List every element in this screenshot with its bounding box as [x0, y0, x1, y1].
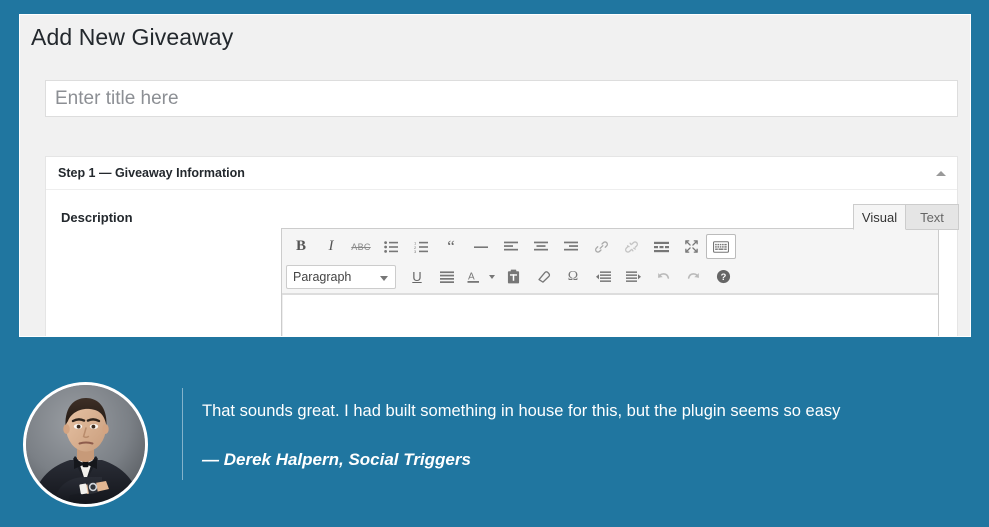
giveaway-information-metabox: Step 1 — Giveaway Information Descriptio… [45, 156, 959, 336]
numbered-list-icon[interactable]: 1 2 3 [406, 234, 436, 259]
description-editor: Visual Text B I ABC 1 2 3 “ Paragraph U … [281, 190, 959, 336]
align-justify-icon[interactable] [432, 264, 462, 289]
screenshot-panel: Add New Giveaway Enter title here Step 1… [19, 14, 971, 337]
svg-text:A: A [468, 271, 475, 282]
testimonial-quote: That sounds great. I had built something… [202, 402, 841, 420]
special-character-icon[interactable]: Ω [558, 264, 588, 289]
redo-icon[interactable] [678, 264, 708, 289]
svg-text:3: 3 [414, 249, 417, 253]
read-more-icon[interactable] [646, 234, 676, 259]
format-select-value: Paragraph [293, 269, 352, 284]
title-input[interactable]: Enter title here [45, 80, 958, 117]
avatar [23, 382, 148, 507]
avatar-photo [26, 385, 145, 504]
italic-icon[interactable]: I [316, 234, 346, 259]
text-color-icon[interactable]: A [462, 264, 484, 289]
editor-box: B I ABC 1 2 3 “ Paragraph U A Ω ? [281, 228, 939, 336]
strikethrough-icon[interactable]: ABC [346, 234, 376, 259]
tab-visual[interactable]: Visual [853, 204, 906, 230]
blockquote-icon[interactable]: “ [436, 234, 466, 259]
metabox-body: Description Visual Text B I ABC 1 2 3 “ … [46, 190, 959, 336]
chevron-down-icon [380, 275, 388, 281]
undo-icon[interactable] [648, 264, 678, 289]
format-select[interactable]: Paragraph [286, 264, 396, 289]
testimonial-cite: — Derek Halpern, Social Triggers [202, 450, 471, 469]
testimonial-section: That sounds great. I had built something… [0, 352, 989, 527]
fullscreen-icon[interactable] [676, 234, 706, 259]
tab-text[interactable]: Text [906, 204, 959, 230]
page-title: Add New Giveaway [31, 24, 234, 50]
clear-formatting-icon[interactable] [528, 264, 558, 289]
editor-mode-tabs: Visual Text [853, 204, 959, 230]
svg-text:?: ? [720, 272, 726, 282]
metabox-heading: Step 1 — Giveaway Information [58, 166, 245, 180]
editor-content-area[interactable] [282, 294, 938, 336]
increase-indent-icon[interactable] [618, 264, 648, 289]
decrease-indent-icon[interactable] [588, 264, 618, 289]
align-left-icon[interactable] [496, 234, 526, 259]
toolbar-row-2: Paragraph U A Ω ? [286, 263, 936, 290]
align-center-icon[interactable] [526, 234, 556, 259]
description-label: Description [61, 210, 133, 225]
bulleted-list-icon[interactable] [376, 234, 406, 259]
metabox-header[interactable]: Step 1 — Giveaway Information [46, 157, 957, 190]
text-color-dropdown-icon[interactable] [484, 264, 498, 289]
editor-toolbar: B I ABC 1 2 3 “ Paragraph U A Ω ? [282, 229, 938, 294]
underline-icon[interactable]: U [402, 264, 432, 289]
toolbar-toggle-icon[interactable] [706, 234, 736, 259]
bold-icon[interactable]: B [286, 234, 316, 259]
quote-divider [182, 388, 183, 480]
align-right-icon[interactable] [556, 234, 586, 259]
paste-as-text-icon[interactable] [498, 264, 528, 289]
link-icon[interactable] [586, 234, 616, 259]
unlink-icon[interactable] [616, 234, 646, 259]
help-icon[interactable]: ? [708, 264, 738, 289]
horizontal-rule-icon[interactable] [466, 234, 496, 259]
toolbar-row-1: B I ABC 1 2 3 “ [286, 233, 936, 260]
collapse-chevron-up-icon[interactable] [935, 169, 947, 179]
